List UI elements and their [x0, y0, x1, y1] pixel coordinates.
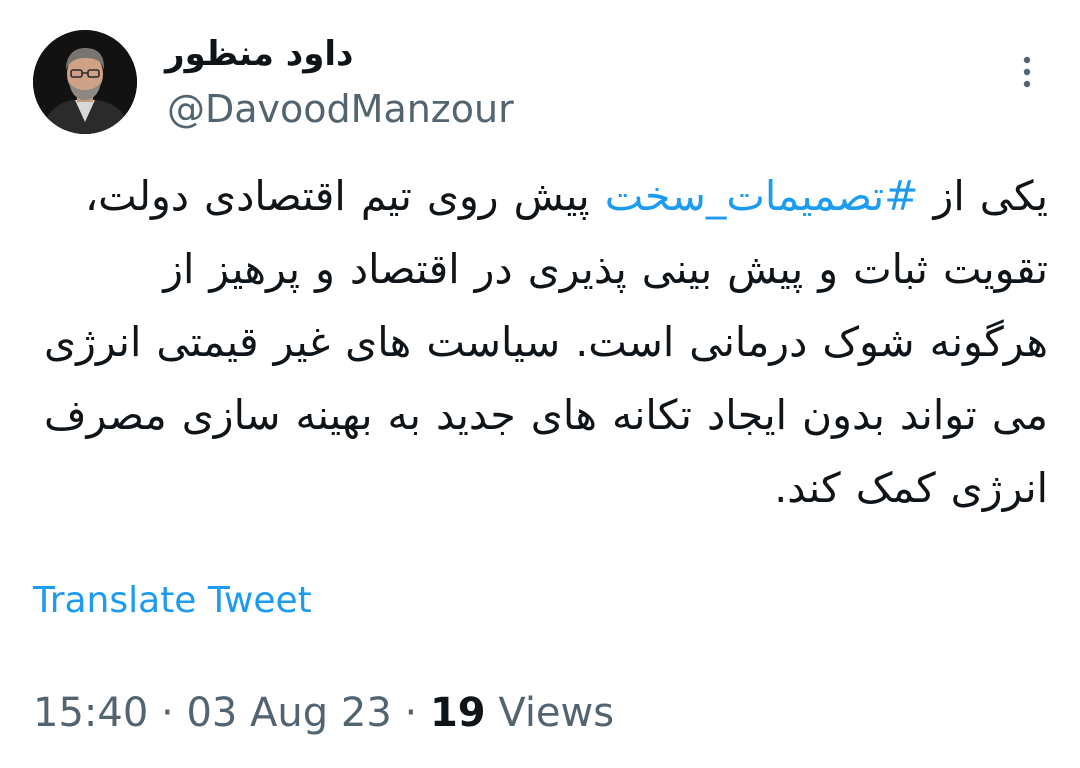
views-count[interactable]: 19	[430, 690, 486, 736]
views-label[interactable]: Views	[498, 690, 614, 736]
tweet-card: داود منظور @DavoodManzour یکی از #تصمیما…	[0, 0, 1080, 768]
meta-separator: ·	[161, 690, 174, 736]
tweet-date[interactable]: 03 Aug 23	[186, 690, 391, 736]
author-display-name[interactable]: داود منظور	[165, 34, 353, 74]
more-vertical-icon[interactable]	[1012, 52, 1042, 92]
hashtag-link[interactable]: #تصمیمات_سخت	[605, 172, 919, 220]
tweet-time[interactable]: 15:40	[33, 690, 148, 736]
author-avatar[interactable]	[33, 30, 137, 134]
author-handle[interactable]: @DavoodManzour	[167, 86, 514, 132]
translate-tweet-link[interactable]: Translate Tweet	[33, 578, 312, 624]
tweet-meta: 15:40 · 03 Aug 23 · 19 Views	[33, 688, 614, 738]
tweet-text-before: یکی از	[918, 172, 1048, 220]
meta-separator: ·	[404, 690, 418, 736]
tweet-text-after: پیش روی تیم اقتصادی دولت، تقویت ثبات و پ…	[44, 172, 1048, 512]
profile-photo-icon	[33, 30, 137, 134]
tweet-text: یکی از #تصمیمات_سخت پیش روی تیم اقتصادی …	[30, 160, 1048, 525]
